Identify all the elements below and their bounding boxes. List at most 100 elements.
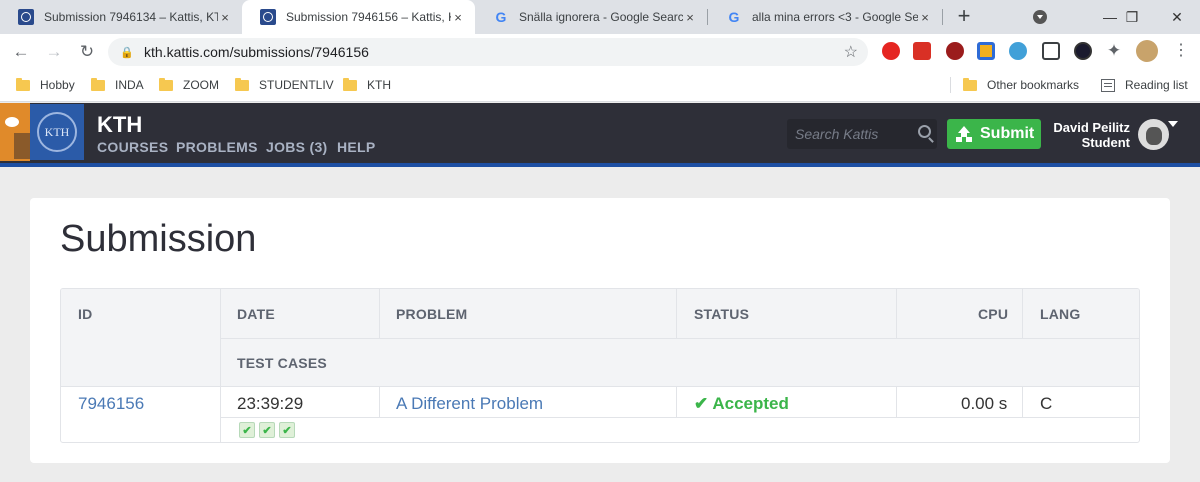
bookmark-star-icon[interactable]: ☆ xyxy=(844,42,858,62)
header-cpu: CPU xyxy=(978,306,1009,322)
bookmark-folder-studentliv[interactable]: STUDENTLIV xyxy=(235,70,334,100)
forward-arrow-icon[interactable]: → xyxy=(42,40,66,64)
google-favicon-icon: G xyxy=(728,9,740,25)
user-menu-caret-icon[interactable] xyxy=(1168,121,1178,127)
browser-tab-strip: Submission 7946134 – Kattis, KTH × Submi… xyxy=(0,0,1200,34)
extension-icon[interactable] xyxy=(1009,42,1027,60)
restore-button[interactable]: ❐ xyxy=(1110,0,1154,34)
folder-icon xyxy=(343,77,357,91)
row-divider xyxy=(61,386,1139,387)
kattis-favicon-icon xyxy=(18,9,34,25)
folder-icon xyxy=(16,77,30,91)
lastpass-extension-icon[interactable] xyxy=(913,42,931,60)
browser-tab-4[interactable]: G alla mina errors <3 - Google Search × xyxy=(708,0,942,34)
submission-date: 23:39:29 xyxy=(237,394,304,413)
bookmark-folder-hobby[interactable]: Hobby xyxy=(16,70,75,100)
kattis-cat-logo-icon[interactable] xyxy=(0,103,30,161)
user-info[interactable]: David Peilitz Student xyxy=(1053,120,1130,150)
bookmark-label: KTH xyxy=(367,78,391,92)
bookmark-folder-inda[interactable]: INDA xyxy=(91,70,144,100)
more-menu-icon[interactable]: ⋮ xyxy=(1172,42,1190,60)
bookmark-folder-kth[interactable]: KTH xyxy=(343,70,391,100)
folder-icon xyxy=(159,77,173,91)
browser-tab-2-active[interactable]: Submission 7946156 – Kattis, KTH × xyxy=(242,0,475,34)
header-lang: LANG xyxy=(1040,306,1081,322)
user-role: Student xyxy=(1081,135,1130,150)
column-divider xyxy=(1022,289,1023,338)
bookmark-label: ZOOM xyxy=(183,78,219,92)
header-id: ID xyxy=(78,306,93,322)
ublock-extension-icon[interactable] xyxy=(946,42,964,60)
bookmark-label: Other bookmarks xyxy=(987,78,1080,92)
header-date: DATE xyxy=(237,306,275,322)
extension-icon[interactable] xyxy=(1042,42,1060,60)
extensions-puzzle-icon[interactable]: ✦ xyxy=(1105,42,1123,60)
column-divider xyxy=(896,387,897,418)
folder-icon xyxy=(963,77,977,91)
bookmarks-bar: Hobby INDA ZOOM STUDENTLIV KTH Other boo… xyxy=(0,70,1200,102)
lock-icon: 🔒 xyxy=(120,46,134,59)
reading-list-button[interactable]: Reading list xyxy=(1101,70,1188,100)
test-case-passed-icon[interactable]: ✔ xyxy=(239,422,255,438)
header-problem: PROBLEM xyxy=(396,306,468,322)
extension-icon[interactable] xyxy=(977,42,995,60)
user-avatar[interactable] xyxy=(1138,119,1169,150)
kattis-favicon-icon xyxy=(260,9,276,25)
reload-icon[interactable]: ↻ xyxy=(75,40,99,64)
submit-button[interactable]: Submit xyxy=(947,119,1041,149)
column-divider xyxy=(896,289,897,338)
status-accepted: ✔ Accepted xyxy=(694,394,789,414)
window-close-button[interactable]: ✕ xyxy=(1155,0,1199,34)
folder-icon xyxy=(91,77,105,91)
nav-problems[interactable]: PROBLEMS xyxy=(176,139,258,155)
test-case-passed-icon[interactable]: ✔ xyxy=(259,422,275,438)
profile-avatar-icon[interactable] xyxy=(1136,40,1158,62)
submit-label: Submit xyxy=(980,125,1035,142)
kth-logo-icon[interactable]: KTH xyxy=(30,104,84,160)
adblock-extension-icon[interactable] xyxy=(882,42,900,60)
tab-close-icon[interactable]: × xyxy=(918,10,932,25)
search-icon[interactable] xyxy=(918,125,931,138)
nav-jobs[interactable]: JOBS (3) xyxy=(266,139,328,155)
browser-tab-3[interactable]: G Snälla ignorera - Google Search × xyxy=(475,0,707,34)
folder-icon xyxy=(235,77,249,91)
other-bookmarks-folder[interactable]: Other bookmarks xyxy=(963,70,1079,100)
site-title[interactable]: KTH xyxy=(97,112,142,138)
problem-link[interactable]: A Different Problem xyxy=(396,394,543,414)
language: C xyxy=(1040,394,1053,413)
bookmark-label: STUDENTLIV xyxy=(259,78,334,92)
browser-tab-1[interactable]: Submission 7946134 – Kattis, KTH × xyxy=(0,0,242,34)
search-input[interactable] xyxy=(795,126,913,142)
timer-extension-icon[interactable] xyxy=(1074,42,1092,60)
upload-icon xyxy=(956,126,973,142)
tab-close-icon[interactable]: × xyxy=(683,10,697,25)
test-case-passed-icon[interactable]: ✔ xyxy=(279,422,295,438)
column-divider xyxy=(676,387,677,418)
tab-close-icon[interactable]: × xyxy=(218,10,232,25)
address-bar[interactable]: 🔒 kth.kattis.com/submissions/7946156 ☆ xyxy=(108,38,868,66)
cpu-time: 0.00 s xyxy=(961,394,1008,413)
tab-title: Snälla ignorera - Google Search xyxy=(519,10,683,24)
nav-help[interactable]: HELP xyxy=(337,139,376,155)
page-title: Submission xyxy=(60,218,257,260)
column-divider xyxy=(379,387,380,418)
reading-list-label: Reading list xyxy=(1125,78,1188,92)
tab-search-dropdown-icon[interactable] xyxy=(1033,10,1047,24)
bookmark-folder-zoom[interactable]: ZOOM xyxy=(159,70,219,100)
nav-courses[interactable]: COURSES xyxy=(97,139,168,155)
column-divider xyxy=(379,289,380,338)
header-test-cases: TEST CASES xyxy=(237,355,327,371)
site-search xyxy=(787,119,937,149)
user-name: David Peilitz xyxy=(1053,120,1130,135)
new-tab-button[interactable]: + xyxy=(952,5,976,29)
column-divider xyxy=(1022,387,1023,418)
tab-close-icon[interactable]: × xyxy=(451,10,465,25)
bookmark-label: INDA xyxy=(115,78,144,92)
back-arrow-icon[interactable]: ← xyxy=(9,40,33,64)
url-text[interactable]: kth.kattis.com/submissions/7946156 xyxy=(144,44,369,60)
tab-title: alla mina errors <3 - Google Search xyxy=(752,10,918,24)
header-status: STATUS xyxy=(694,306,750,322)
tab-title: Submission 7946134 – Kattis, KTH xyxy=(44,10,218,24)
submission-id-link[interactable]: 7946156 xyxy=(78,394,144,414)
checkmark-icon: ✔ xyxy=(694,394,709,413)
